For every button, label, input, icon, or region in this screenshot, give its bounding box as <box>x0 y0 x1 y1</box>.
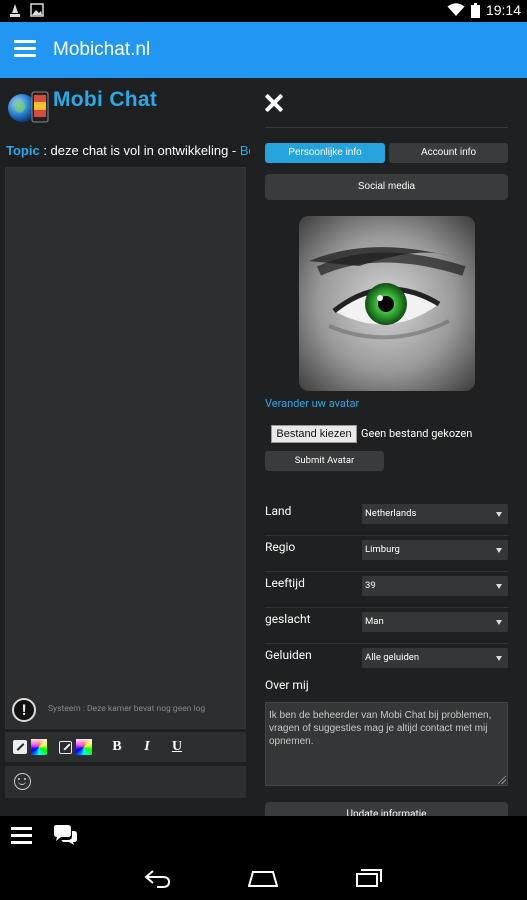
field-label: Regio <box>265 540 296 554</box>
image-icon <box>30 3 44 17</box>
sounds-select[interactable]: Alle geluiden <box>362 648 508 668</box>
field-gender: geslacht Man <box>265 608 508 644</box>
divider <box>265 127 508 128</box>
social-media-button[interactable]: Social media <box>265 174 508 200</box>
recent-apps-icon[interactable] <box>355 868 383 888</box>
eye-avatar-image <box>299 216 475 391</box>
smiley-icon[interactable] <box>14 773 31 790</box>
field-label: Geluiden <box>265 648 312 662</box>
logo-text: Mobi Chat <box>53 88 158 111</box>
list-menu-icon[interactable] <box>11 827 32 844</box>
clock: 19:14 <box>485 2 521 18</box>
notification-icon <box>10 4 20 17</box>
exclamation-icon: ! <box>12 698 36 722</box>
gender-select[interactable]: Man <box>362 612 508 632</box>
topic-label: Topic <box>6 143 40 158</box>
wifi-icon <box>447 3 465 16</box>
field-region: Regio Limburg <box>265 536 508 572</box>
profile-drawer: Persoonlijke info Account info Social me… <box>250 78 527 816</box>
back-icon[interactable] <box>143 868 171 888</box>
globe-phone-logo-icon <box>8 91 49 123</box>
android-nav-bar <box>0 856 527 900</box>
text-color-pencil-icon[interactable] <box>13 740 27 754</box>
resize-handle-icon[interactable] <box>498 776 506 784</box>
age-select[interactable]: 39 <box>362 576 508 596</box>
field-sounds: Geluiden Alle geluiden <box>265 644 508 680</box>
update-info-button[interactable]: Update informatie <box>265 802 508 816</box>
field-age: Leeftijd 39 <box>265 572 508 608</box>
field-country: Land Netherlands <box>265 500 508 536</box>
app-title: Mobichat.nl <box>53 39 151 60</box>
app-bar: Mobichat.nl <box>0 22 527 78</box>
status-bar: 19:14 <box>0 0 527 22</box>
no-file-label: Geen bestand gekozen <box>361 427 473 440</box>
submit-avatar-button[interactable]: Submit Avatar <box>265 451 384 471</box>
underline-button[interactable]: U <box>164 739 190 755</box>
background-color-edit-icon[interactable] <box>59 740 72 754</box>
main-content: Mobi Chat Topic : deze chat is vol in on… <box>0 78 527 816</box>
dropdown-arrow-icon <box>496 656 502 661</box>
dropdown-arrow-icon <box>496 548 502 553</box>
field-label: Land <box>265 504 292 518</box>
dropdown-arrow-icon <box>496 584 502 589</box>
battery-icon <box>470 2 480 18</box>
topic-overflow-text: Beh <box>239 143 250 158</box>
hamburger-menu-icon[interactable] <box>14 40 36 58</box>
topic-bar: Topic : deze chat is vol in ontwikkeling… <box>6 143 250 161</box>
format-toolbar: B I U <box>5 732 246 762</box>
about-textarea[interactable]: Ik ben de beheerder van Mobi Chat bij pr… <box>265 702 508 786</box>
italic-button[interactable]: I <box>134 739 160 755</box>
topic-text: : deze chat is vol in ontwikkeling - <box>39 143 240 158</box>
text-color-picker-icon[interactable] <box>31 739 47 755</box>
system-message-text: Systeem : Deze kamer bevat nog geen log <box>48 704 206 714</box>
choose-file-button[interactable]: Bestand kiezen <box>271 425 357 443</box>
logo: Mobi Chat <box>6 86 186 128</box>
bottom-bar <box>0 816 527 856</box>
bold-button[interactable]: B <box>104 739 130 755</box>
chat-log[interactable] <box>5 167 246 729</box>
dropdown-arrow-icon <box>496 512 502 517</box>
home-icon[interactable] <box>248 870 278 888</box>
change-avatar-link[interactable]: Verander uw avatar <box>265 397 359 410</box>
dropdown-arrow-icon <box>496 620 502 625</box>
tab-personal-info[interactable]: Persoonlijke info <box>265 143 385 163</box>
system-message: ! Systeem : Deze kamer bevat nog geen lo… <box>12 698 244 724</box>
chat-bubbles-icon[interactable] <box>52 824 78 846</box>
about-label: Over mij <box>265 678 309 692</box>
country-select[interactable]: Netherlands <box>362 504 508 524</box>
field-label: Leeftijd <box>265 576 305 590</box>
avatar <box>299 216 475 391</box>
tab-account-info[interactable]: Account info <box>389 143 508 163</box>
field-label: geslacht <box>265 612 311 626</box>
message-input-bar[interactable] <box>5 766 246 798</box>
background-color-picker-icon[interactable] <box>76 739 92 755</box>
close-icon[interactable] <box>264 93 284 113</box>
chat-panel: Mobi Chat Topic : deze chat is vol in on… <box>0 78 250 816</box>
region-select[interactable]: Limburg <box>362 540 508 560</box>
